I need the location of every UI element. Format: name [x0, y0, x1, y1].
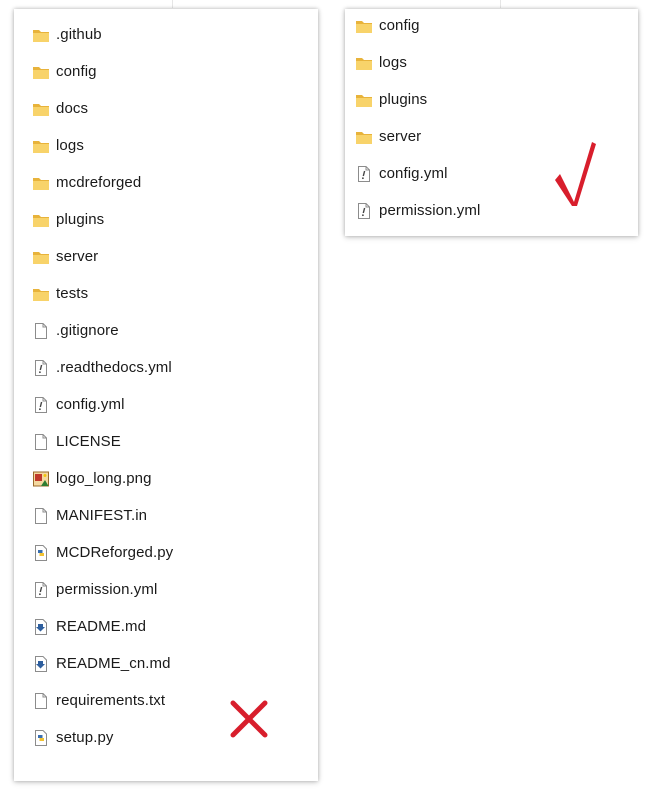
item-label: MCDReforged.py	[56, 544, 174, 561]
markdown-file-icon	[32, 655, 50, 673]
markdown-file-icon	[32, 618, 50, 636]
file-item-logo-long-png[interactable]: logo_long.png	[14, 460, 318, 497]
item-label: README.md	[56, 618, 147, 635]
folder-icon	[32, 211, 50, 229]
folder-item-config[interactable]: config	[14, 53, 318, 90]
file-item-gitignore[interactable]: .gitignore	[14, 312, 318, 349]
image-file-icon	[32, 470, 50, 488]
folder-icon	[32, 248, 50, 266]
right-file-list-panel: config logs plugins server config.yml permiss…	[345, 9, 638, 236]
folder-item-docs[interactable]: docs	[14, 90, 318, 127]
yaml-file-icon	[32, 359, 50, 377]
folder-icon	[32, 137, 50, 155]
item-label: logs	[379, 54, 407, 71]
folder-item-mcdreforged[interactable]: mcdreforged	[14, 164, 318, 201]
file-item-permission-yml[interactable]: permission.yml	[14, 571, 318, 608]
folder-item-server[interactable]: server	[14, 238, 318, 275]
item-label: LICENSE	[56, 433, 121, 450]
folder-item-server[interactable]: server	[345, 118, 638, 155]
file-item-readme-md[interactable]: README.md	[14, 608, 318, 645]
folder-item-tests[interactable]: tests	[14, 275, 318, 312]
item-label: config.yml	[56, 396, 125, 413]
file-icon	[32, 692, 50, 710]
folder-item-config[interactable]: config	[345, 7, 638, 44]
file-icon	[32, 322, 50, 340]
item-label: .gitignore	[56, 322, 119, 339]
folder-icon	[32, 63, 50, 81]
file-item-requirements-txt[interactable]: requirements.txt	[14, 682, 318, 719]
yaml-file-icon	[355, 202, 373, 220]
item-label: permission.yml	[379, 202, 481, 219]
folder-item-logs[interactable]: logs	[14, 127, 318, 164]
file-item-manifest-in[interactable]: MANIFEST.in	[14, 497, 318, 534]
background-divider	[172, 0, 173, 8]
folder-icon	[355, 128, 373, 146]
folder-icon	[32, 285, 50, 303]
python-file-icon	[32, 544, 50, 562]
folder-icon	[355, 54, 373, 72]
folder-item-plugins[interactable]: plugins	[345, 81, 638, 118]
folder-item-plugins[interactable]: plugins	[14, 201, 318, 238]
python-file-icon	[32, 729, 50, 747]
item-label: docs	[56, 100, 89, 117]
item-label: config	[56, 63, 97, 80]
item-label: plugins	[56, 211, 105, 228]
item-label: plugins	[379, 91, 428, 108]
item-label: MANIFEST.in	[56, 507, 148, 524]
file-item-license[interactable]: LICENSE	[14, 423, 318, 460]
file-item-readme-cn-md[interactable]: README_cn.md	[14, 645, 318, 682]
yaml-file-icon	[355, 165, 373, 183]
folder-item-github[interactable]: .github	[14, 16, 318, 53]
item-label: mcdreforged	[56, 174, 142, 191]
folder-icon	[32, 100, 50, 118]
item-label: .github	[56, 26, 102, 43]
folder-item-logs[interactable]: logs	[345, 44, 638, 81]
left-file-list: .github config docs logs mcdreforged plugins s…	[14, 16, 318, 756]
item-label: server	[379, 128, 422, 145]
item-label: logs	[56, 137, 84, 154]
item-label: setup.py	[56, 729, 114, 746]
folder-icon	[32, 26, 50, 44]
item-label: README_cn.md	[56, 655, 171, 672]
item-label: requirements.txt	[56, 692, 166, 709]
item-label: config.yml	[379, 165, 448, 182]
item-label: permission.yml	[56, 581, 158, 598]
file-item-setup-py[interactable]: setup.py	[14, 719, 318, 756]
item-label: tests	[56, 285, 89, 302]
file-item-config-yml[interactable]: config.yml	[14, 386, 318, 423]
folder-icon	[32, 174, 50, 192]
item-label: logo_long.png	[56, 470, 152, 487]
right-file-list: config logs plugins server config.yml permiss…	[345, 7, 638, 229]
folder-icon	[355, 91, 373, 109]
yaml-file-icon	[32, 581, 50, 599]
item-label: server	[56, 248, 99, 265]
left-file-list-panel: .github config docs logs mcdreforged plugins s…	[14, 9, 318, 781]
yaml-file-icon	[32, 396, 50, 414]
file-item-mcdreforged-py[interactable]: MCDReforged.py	[14, 534, 318, 571]
file-icon	[32, 507, 50, 525]
file-item-readthedocs-yml[interactable]: .readthedocs.yml	[14, 349, 318, 386]
item-label: .readthedocs.yml	[56, 359, 172, 376]
folder-icon	[355, 17, 373, 35]
file-item-permission-yml[interactable]: permission.yml	[345, 192, 638, 229]
file-item-config-yml[interactable]: config.yml	[345, 155, 638, 192]
file-icon	[32, 433, 50, 451]
item-label: config	[379, 17, 420, 34]
